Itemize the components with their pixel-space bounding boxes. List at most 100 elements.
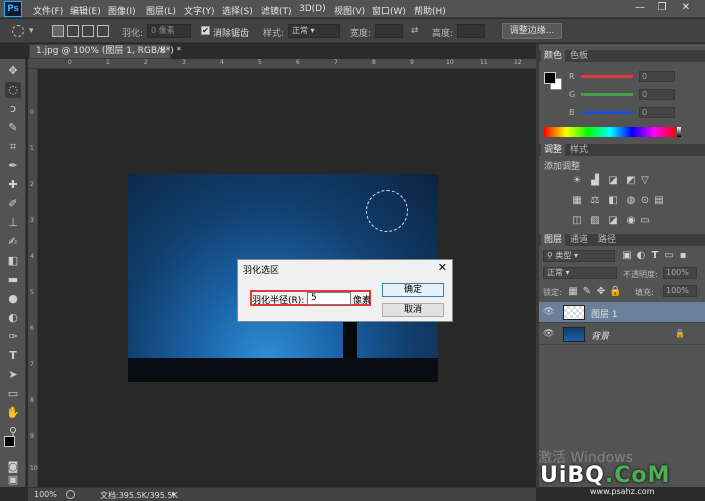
tab-layers[interactable]: 图层 — [541, 234, 566, 246]
tool-preset-dropdown-icon[interactable]: ▾ — [29, 26, 34, 36]
intersect-selection-icon[interactable] — [97, 25, 109, 37]
height-input[interactable] — [457, 24, 485, 38]
lasso-tool-icon[interactable]: ↄ — [5, 101, 21, 117]
filter-shape-icon[interactable]: ▭ — [663, 250, 675, 262]
refine-edge-button[interactable]: 调整边缘... — [502, 23, 562, 39]
tab-color[interactable]: 颜色 — [541, 50, 566, 62]
elliptical-marquee-icon[interactable] — [12, 25, 24, 37]
pen-tool-icon[interactable]: ✑ — [5, 329, 21, 345]
filter-pixel-icon[interactable]: ▣ — [621, 250, 633, 262]
close-window-button[interactable]: ✕ — [676, 2, 696, 15]
menu-3d[interactable]: 3D(D) — [299, 4, 326, 14]
zoom-level[interactable]: 100% — [34, 490, 57, 499]
healing-brush-tool-icon[interactable]: ✚ — [5, 177, 21, 193]
blue-slider[interactable] — [581, 111, 633, 114]
blur-tool-icon[interactable]: ● — [5, 291, 21, 307]
eraser-tool-icon[interactable]: ◧ — [5, 253, 21, 269]
lock-all-icon[interactable]: 🔒 — [609, 286, 621, 298]
antialias-checkbox[interactable]: ✔ — [201, 26, 210, 35]
path-select-tool-icon[interactable]: ➤ — [5, 367, 21, 383]
swap-icon[interactable]: ⇄ — [411, 26, 419, 36]
elliptical-marquee-tool-icon[interactable]: ◌ — [5, 82, 21, 98]
posterize-icon[interactable]: ▨ — [589, 215, 601, 227]
tab-swatches[interactable]: 色板 — [567, 50, 591, 62]
history-brush-tool-icon[interactable]: ✍ — [5, 234, 21, 250]
tab-styles[interactable]: 样式 — [567, 144, 591, 156]
green-value[interactable]: 0 — [639, 89, 675, 100]
menu-file[interactable]: 文件(F) — [33, 4, 63, 17]
vibrance-icon[interactable]: ▽ — [639, 175, 651, 187]
channel-mixer-icon[interactable]: ⊙ — [639, 195, 651, 207]
red-value[interactable]: 0 — [639, 71, 675, 82]
filter-adjust-icon[interactable]: ◐ — [635, 250, 647, 262]
brightness-icon[interactable]: ☀ — [571, 175, 583, 187]
gradient-map-icon[interactable]: ▭ — [639, 215, 651, 227]
rectangle-tool-icon[interactable]: ▭ — [5, 386, 21, 402]
brush-tool-icon[interactable]: ✐ — [5, 196, 21, 212]
blend-mode-select[interactable]: 正常 ▾ — [543, 267, 617, 279]
menu-image[interactable]: 图像(I) — [108, 4, 136, 17]
move-tool-icon[interactable]: ✥ — [5, 63, 21, 79]
restore-button[interactable]: ❐ — [652, 2, 672, 15]
lock-position-icon[interactable]: ✥ — [595, 286, 607, 298]
lock-pixels-icon[interactable]: ✎ — [581, 286, 593, 298]
photo-filter-icon[interactable]: ◍ — [625, 195, 637, 207]
layer-row[interactable]: 👁 图层 1 — [539, 302, 705, 323]
feather-radius-input[interactable]: 5 — [307, 292, 351, 305]
hue-saturation-icon[interactable]: ▦ — [571, 195, 583, 207]
menu-help[interactable]: 帮助(H) — [414, 4, 446, 17]
type-tool-icon[interactable]: T — [5, 348, 21, 364]
filter-smart-icon[interactable]: ▪ — [677, 250, 689, 262]
status-menu-arrow-icon[interactable]: ▸ — [172, 489, 176, 498]
menu-edit[interactable]: 编辑(E) — [70, 4, 101, 17]
dialog-close-icon[interactable]: ✕ — [438, 261, 447, 274]
green-slider[interactable] — [581, 93, 633, 96]
black-white-ramp[interactable] — [677, 127, 681, 137]
screen-mode-icon[interactable]: ▣ — [5, 474, 21, 485]
color-spectrum[interactable] — [544, 127, 676, 137]
menu-filter[interactable]: 滤镜(T) — [261, 4, 292, 17]
opacity-input[interactable]: 100% — [663, 267, 697, 279]
layer-filter-kind[interactable]: ⚲ 类型 ▾ — [543, 250, 615, 262]
layer-row[interactable]: 👁 背景 🔒 — [539, 324, 705, 345]
new-selection-icon[interactable] — [52, 25, 64, 37]
invert-icon[interactable]: ◫ — [571, 215, 583, 227]
width-input[interactable] — [375, 24, 403, 38]
gradient-tool-icon[interactable]: ▬ — [5, 272, 21, 288]
black-white-icon[interactable]: ◧ — [607, 195, 619, 207]
add-selection-icon[interactable] — [67, 25, 79, 37]
circular-selection-marquee[interactable] — [366, 190, 408, 232]
hand-tool-icon[interactable]: ✋ — [5, 405, 21, 421]
layer-name[interactable]: 背景 — [591, 329, 609, 342]
feather-input[interactable]: 0 像素 — [147, 24, 191, 38]
clone-stamp-tool-icon[interactable]: ⊥ — [5, 215, 21, 231]
menu-layer[interactable]: 图层(L) — [146, 4, 176, 17]
ok-button[interactable]: 确定 — [382, 283, 444, 297]
blue-value[interactable]: 0 — [639, 107, 675, 118]
menu-view[interactable]: 视图(V) — [334, 4, 365, 17]
curves-icon[interactable]: ◪ — [607, 175, 619, 187]
visibility-eye-icon[interactable]: 👁 — [543, 329, 554, 339]
red-slider[interactable] — [581, 75, 633, 78]
color-balance-icon[interactable]: ⚖ — [589, 195, 601, 207]
status-info-icon[interactable] — [66, 490, 75, 499]
close-tab-icon[interactable]: × — [158, 45, 166, 58]
exposure-icon[interactable]: ◩ — [625, 175, 637, 187]
tab-paths[interactable]: 路径 — [595, 234, 619, 246]
tab-adjustments[interactable]: 调整 — [541, 144, 566, 156]
fill-input[interactable]: 100% — [663, 285, 697, 297]
layer-name[interactable]: 图层 1 — [591, 307, 618, 320]
menu-select[interactable]: 选择(S) — [222, 4, 253, 17]
threshold-icon[interactable]: ◪ — [607, 215, 619, 227]
crop-tool-icon[interactable]: ⌗ — [5, 139, 21, 155]
levels-icon[interactable]: ▟ — [589, 175, 601, 187]
quick-select-tool-icon[interactable]: ✎ — [5, 120, 21, 136]
subtract-selection-icon[interactable] — [82, 25, 94, 37]
filter-type-icon[interactable]: T — [649, 250, 661, 262]
menu-type[interactable]: 文字(Y) — [184, 4, 215, 17]
document-tab[interactable]: 1.jpg @ 100% (图层 1, RGB/8*) * × — [29, 44, 181, 59]
dodge-tool-icon[interactable]: ◐ — [5, 310, 21, 326]
foreground-color-swatch[interactable] — [4, 436, 15, 447]
selective-color-icon[interactable]: ◉ — [625, 215, 637, 227]
cancel-button[interactable]: 取消 — [382, 303, 444, 317]
